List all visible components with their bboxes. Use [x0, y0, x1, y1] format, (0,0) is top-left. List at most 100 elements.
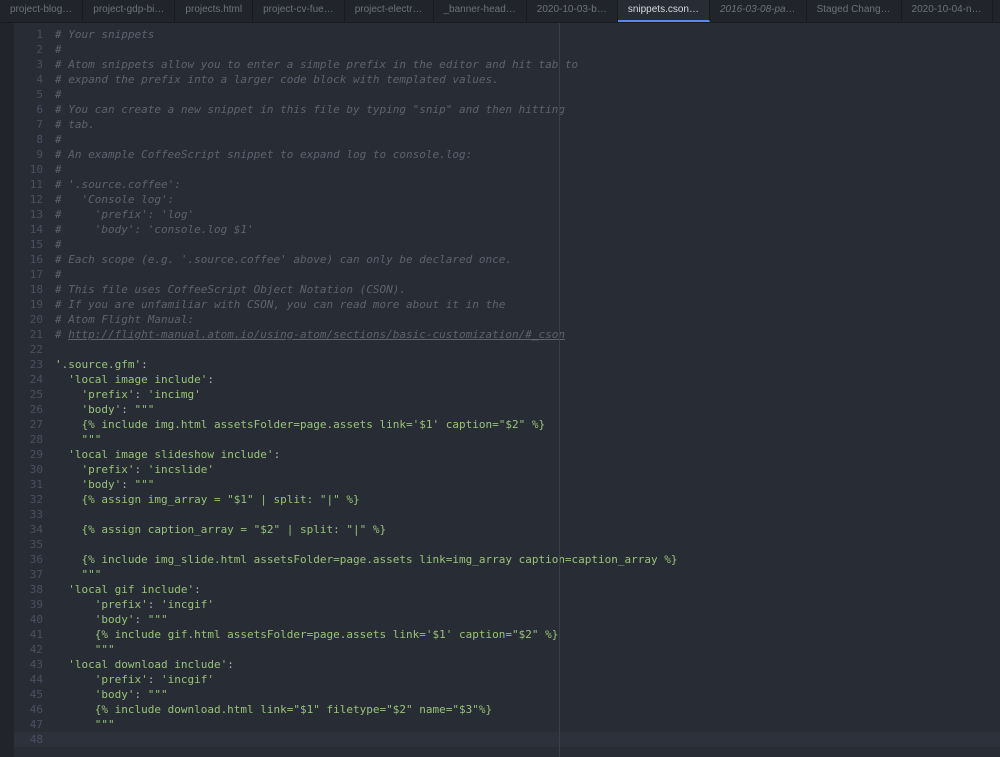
tab-1[interactable]: project-gdp-bi… — [83, 0, 175, 22]
code-line[interactable]: # Your snippets — [53, 27, 1000, 42]
line-number[interactable]: 43 — [14, 657, 53, 672]
code-line[interactable]: {% include img.html assetsFolder=page.as… — [53, 417, 1000, 432]
line-number[interactable]: 10 — [14, 162, 53, 177]
line-number[interactable]: 7 — [14, 117, 53, 132]
code-line[interactable]: 'local download include': — [53, 657, 1000, 672]
code-line[interactable]: # tab. — [53, 117, 1000, 132]
code-line[interactable]: # — [53, 87, 1000, 102]
line-number[interactable]: 45 — [14, 687, 53, 702]
code-line[interactable] — [53, 342, 1000, 357]
line-number[interactable]: 3 — [14, 57, 53, 72]
line-number[interactable]: 42 — [14, 642, 53, 657]
code-line[interactable]: # You can create a new snippet in this f… — [53, 102, 1000, 117]
code-line[interactable]: """ — [53, 567, 1000, 582]
code-line[interactable]: '.source.gfm': — [53, 357, 1000, 372]
line-number[interactable]: 19 — [14, 297, 53, 312]
line-number[interactable]: 30 — [14, 462, 53, 477]
code-line[interactable]: # Atom Flight Manual: — [53, 312, 1000, 327]
line-number[interactable]: 37 — [14, 567, 53, 582]
code-line[interactable]: # — [53, 237, 1000, 252]
line-number[interactable]: 47 — [14, 717, 53, 732]
code-line[interactable]: # expand the prefix into a larger code b… — [53, 72, 1000, 87]
line-number[interactable]: 24 — [14, 372, 53, 387]
tab-9[interactable]: Staged Chang… — [807, 0, 902, 22]
code-line[interactable]: 'local gif include': — [53, 582, 1000, 597]
line-number[interactable]: 36 — [14, 552, 53, 567]
code-line[interactable]: 'local image include': — [53, 372, 1000, 387]
code-line[interactable]: # Atom snippets allow you to enter a sim… — [53, 57, 1000, 72]
code-line[interactable]: 'local image slideshow include': — [53, 447, 1000, 462]
code-line[interactable]: {% assign img_array = "$1" | split: "|" … — [53, 492, 1000, 507]
code-line[interactable]: """ — [53, 432, 1000, 447]
line-number[interactable]: 5 — [14, 87, 53, 102]
code-line[interactable]: 'prefix': 'incimg' — [53, 387, 1000, 402]
line-number[interactable]: 21 — [14, 327, 53, 342]
code-line[interactable]: 'prefix': 'incgif' — [53, 672, 1000, 687]
code-line[interactable]: # If you are unfamiliar with CSON, you c… — [53, 297, 1000, 312]
code-line[interactable]: # Each scope (e.g. '.source.coffee' abov… — [53, 252, 1000, 267]
line-number[interactable]: 17 — [14, 267, 53, 282]
code-line[interactable]: {% assign caption_array = "$2" | split: … — [53, 522, 1000, 537]
code-line[interactable]: # — [53, 162, 1000, 177]
line-number[interactable]: 44 — [14, 672, 53, 687]
code-line[interactable]: # — [53, 132, 1000, 147]
code-line[interactable] — [53, 507, 1000, 522]
line-number[interactable]: 39 — [14, 597, 53, 612]
tab-8[interactable]: 2016-03-08-pa… — [710, 0, 807, 22]
code-line[interactable]: {% include download.html link="$1" filet… — [53, 702, 1000, 717]
line-number[interactable]: 2 — [14, 42, 53, 57]
editor-area[interactable]: 1234567891011121314151617181920212223242… — [0, 23, 1000, 757]
line-number[interactable]: 14 — [14, 222, 53, 237]
code-line[interactable]: # 'body': 'console.log $1' — [53, 222, 1000, 237]
line-number[interactable]: 13 — [14, 207, 53, 222]
tab-7[interactable]: snippets.cson… — [618, 0, 710, 22]
line-number[interactable]: 41 — [14, 627, 53, 642]
line-number[interactable]: 28 — [14, 432, 53, 447]
line-number[interactable]: 48 — [14, 732, 53, 747]
line-number[interactable]: 31 — [14, 477, 53, 492]
line-number[interactable]: 38 — [14, 582, 53, 597]
code-line[interactable]: 'body': """ — [53, 687, 1000, 702]
code-line[interactable]: 'prefix': 'incslide' — [53, 462, 1000, 477]
code-line[interactable]: 'prefix': 'incgif' — [53, 597, 1000, 612]
tab-3[interactable]: project-cv-fue… — [253, 0, 345, 22]
line-number[interactable]: 32 — [14, 492, 53, 507]
line-number[interactable]: 25 — [14, 387, 53, 402]
line-number[interactable]: 22 — [14, 342, 53, 357]
code-line[interactable]: """ — [53, 717, 1000, 732]
line-number[interactable]: 27 — [14, 417, 53, 432]
line-number[interactable]: 46 — [14, 702, 53, 717]
code-line[interactable]: # '.source.coffee': — [53, 177, 1000, 192]
code-line[interactable] — [53, 537, 1000, 552]
code-line[interactable]: # — [53, 267, 1000, 282]
line-number[interactable]: 29 — [14, 447, 53, 462]
code-line[interactable]: 'body': """ — [53, 402, 1000, 417]
line-number[interactable]: 4 — [14, 72, 53, 87]
tab-4[interactable]: project-electr… — [345, 0, 434, 22]
line-number[interactable]: 9 — [14, 147, 53, 162]
tab-5[interactable]: _banner-head… — [434, 0, 527, 22]
line-number[interactable]: 8 — [14, 132, 53, 147]
tab-10[interactable]: 2020-10-04-n… — [902, 0, 993, 22]
tab-11[interactable]: img.html — [993, 0, 1000, 22]
line-number[interactable]: 34 — [14, 522, 53, 537]
code-line[interactable]: # http://flight-manual.atom.io/using-ato… — [53, 327, 1000, 342]
tab-2[interactable]: projects.html — [175, 0, 253, 22]
line-number[interactable]: 11 — [14, 177, 53, 192]
code-line[interactable]: {% include img_slide.html assetsFolder=p… — [53, 552, 1000, 567]
line-number[interactable]: 26 — [14, 402, 53, 417]
code-line[interactable]: """ — [53, 642, 1000, 657]
line-number[interactable]: 20 — [14, 312, 53, 327]
line-number[interactable]: 15 — [14, 237, 53, 252]
line-number[interactable]: 12 — [14, 192, 53, 207]
code-line[interactable]: 'body': """ — [53, 477, 1000, 492]
code-line[interactable]: {% include gif.html assetsFolder=page.as… — [53, 627, 1000, 642]
line-number[interactable]: 18 — [14, 282, 53, 297]
code-line[interactable]: # An example CoffeeScript snippet to exp… — [53, 147, 1000, 162]
line-number[interactable]: 33 — [14, 507, 53, 522]
line-number[interactable]: 40 — [14, 612, 53, 627]
line-number[interactable]: 1 — [14, 27, 53, 42]
code-line[interactable]: # — [53, 42, 1000, 57]
line-number[interactable]: 35 — [14, 537, 53, 552]
code-line[interactable]: 'body': """ — [53, 612, 1000, 627]
